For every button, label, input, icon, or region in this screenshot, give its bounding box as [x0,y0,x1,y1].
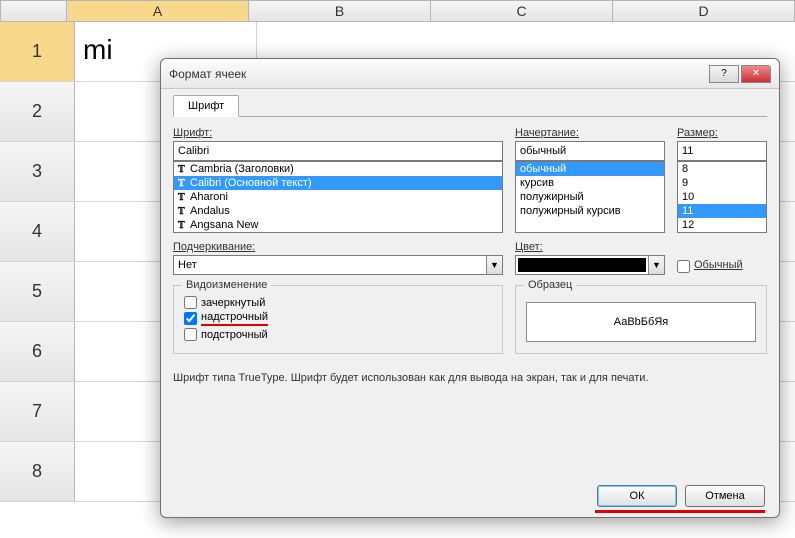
column-header-b[interactable]: B [249,0,431,22]
list-item[interactable]: полужирный курсив [516,204,664,218]
list-item[interactable]: 𝕋AngsanaUPC [174,232,502,233]
color-swatch [518,258,646,272]
row-header-8[interactable]: 8 [0,442,75,501]
list-item[interactable]: курсив [516,176,664,190]
style-listbox[interactable]: обычный курсив полужирный полужирный кур… [515,161,665,233]
list-item[interactable]: полужирный [516,190,664,204]
annotation-underline [595,510,765,513]
preview-legend: Образец [524,279,576,291]
truetype-icon: 𝕋 [178,176,190,190]
subscript-checkbox[interactable]: подстрочный [184,328,492,341]
color-label: Цвет: [515,241,665,253]
list-item[interactable]: 𝕋Andalus [174,204,502,218]
row-header-3[interactable]: 3 [0,142,75,201]
ok-button[interactable]: ОК [597,485,677,507]
font-input[interactable] [173,141,503,161]
chevron-down-icon: ▼ [486,256,502,274]
effects-legend: Видоизменение [182,279,271,291]
dialog-title: Формат ячеек [169,67,709,81]
list-item[interactable]: 12 [678,218,766,232]
list-item[interactable]: 8 [678,162,766,176]
cancel-button[interactable]: Отмена [685,485,765,507]
row-header-2[interactable]: 2 [0,82,75,141]
chevron-down-icon: ▼ [648,256,664,274]
row-header-1[interactable]: 1 [0,22,75,81]
font-listbox[interactable]: 𝕋Cambria (Заголовки) 𝕋Calibri (Основной … [173,161,503,233]
color-dropdown[interactable]: ▼ [515,255,665,275]
row-header-6[interactable]: 6 [0,322,75,381]
truetype-icon: 𝕋 [178,190,190,204]
truetype-icon: 𝕋 [178,204,190,218]
preview-sample: АаВbБбЯя [526,302,756,342]
preview-group: Образец АаВbБбЯя [515,285,767,354]
list-item[interactable]: 10 [678,190,766,204]
question-icon: ? [721,68,727,79]
tab-font[interactable]: Шрифт [173,95,239,117]
column-header-d[interactable]: D [613,0,795,22]
row-header-4[interactable]: 4 [0,202,75,261]
list-item[interactable]: 𝕋Calibri (Основной текст) [174,176,502,190]
close-button[interactable]: ✕ [741,65,771,83]
column-header-a[interactable]: A [67,0,249,22]
style-label: Начертание: [515,127,665,139]
list-item[interactable]: 𝕋Angsana New [174,218,502,232]
superscript-label: надстрочный [201,311,268,326]
select-all-corner[interactable] [0,0,67,22]
underline-dropdown[interactable]: Нет ▼ [173,255,503,275]
row-header-5[interactable]: 5 [0,262,75,321]
row-header-7[interactable]: 7 [0,382,75,441]
list-item[interactable]: 𝕋Aharoni [174,190,502,204]
column-headers: A B C D [0,0,795,22]
close-icon: ✕ [752,68,760,79]
column-header-c[interactable]: C [431,0,613,22]
strikethrough-checkbox[interactable]: зачеркнутый [184,296,492,309]
font-label: Шрифт: [173,127,503,139]
help-button[interactable]: ? [709,65,739,83]
size-label: Размер: [677,127,767,139]
list-item[interactable]: 11 [678,204,766,218]
underline-value: Нет [174,259,486,271]
normal-font-checkbox[interactable]: Обычный [677,259,743,273]
effects-group: Видоизменение зачеркнутый надстрочный по… [173,285,503,354]
superscript-checkbox[interactable]: надстрочный [184,311,492,326]
tabs: Шрифт [173,95,767,117]
dialog-titlebar[interactable]: Формат ячеек ? ✕ [161,59,779,89]
list-item[interactable]: 𝕋Cambria (Заголовки) [174,162,502,176]
list-item[interactable]: обычный [516,162,664,176]
truetype-icon: 𝕋 [178,232,190,233]
underline-label: Подчеркивание: [173,241,503,253]
truetype-icon: 𝕋 [178,218,190,232]
subscript-label: подстрочный [201,329,268,341]
truetype-icon: 𝕋 [178,162,190,176]
normal-font-label: Обычный [694,259,743,271]
size-listbox[interactable]: 8 9 10 11 12 14 [677,161,767,233]
strikethrough-label: зачеркнутый [201,297,265,309]
format-cells-dialog: Формат ячеек ? ✕ Шрифт Шрифт: 𝕋Cambria (… [160,58,780,518]
style-input[interactable] [515,141,665,161]
list-item[interactable]: 9 [678,176,766,190]
list-item[interactable]: 14 [678,232,766,233]
size-input[interactable] [677,141,767,161]
font-hint: Шрифт типа TrueType. Шрифт будет использ… [173,372,767,384]
